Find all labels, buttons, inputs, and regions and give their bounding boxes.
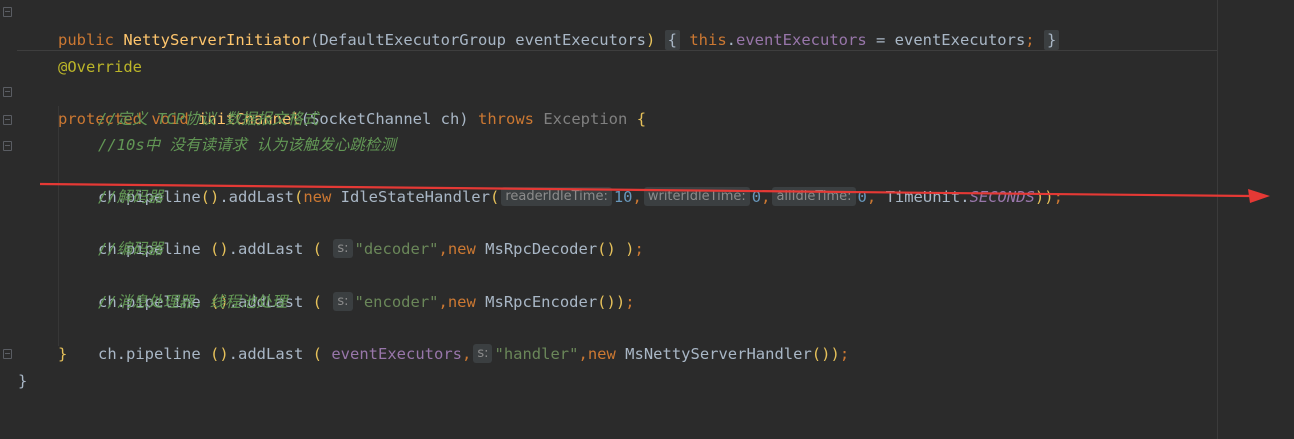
fold-toggle-icon[interactable] [3,87,12,97]
comment-line[interactable]: //消息处理器，线程池处理 [98,289,287,315]
code-line-encoder[interactable]: ch.pipeline ().addLast ( s: "encoder",new… [98,263,635,311]
param-hint: readerIdleTime: [501,187,612,206]
indent-guide [58,106,59,346]
editor-gutter [0,0,17,439]
param-hint: s: [333,239,353,258]
fold-toggle-icon[interactable] [3,141,12,151]
code-line-idle-handler[interactable]: ch.pipeline().addLast(new IdleStateHandl… [98,158,1063,206]
param-hint: writerIdleTime: [643,187,750,206]
fold-toggle-icon[interactable] [3,7,12,17]
comment-line[interactable]: //编码器 [98,236,163,262]
fold-toggle-icon[interactable] [3,115,12,125]
code-line-annotation[interactable]: @Override [58,54,142,80]
param-hint: allIdleTime: [772,187,856,206]
code-line-decoder[interactable]: ch.pipeline ().addLast ( s: "decoder",new… [98,210,644,258]
param-hint: s: [333,292,353,311]
right-margin-guide [1217,0,1218,439]
folded-block-open[interactable]: { [664,30,680,50]
param-hint: s: [473,344,493,363]
fold-toggle-icon[interactable] [3,349,12,359]
code-line-handler[interactable]: ch.pipeline ().addLast ( eventExecutors,… [98,315,849,363]
comment-line[interactable]: //定义 TCP协议 数据报文格式 [98,106,318,132]
class-close-brace[interactable]: } [18,368,27,394]
folded-block-close[interactable]: } [1043,30,1060,50]
code-line-constructor[interactable]: public NettyServerInitiator(DefaultExecu… [58,1,1060,50]
method-close-brace[interactable]: } [58,341,67,367]
comment-line[interactable]: //解码器 [98,184,163,210]
comment-line[interactable]: //10s中 没有读请求 认为该触发心跳检测 [98,132,396,158]
code-line-method-signature[interactable]: protected void initChannel(SocketChannel… [58,80,646,128]
